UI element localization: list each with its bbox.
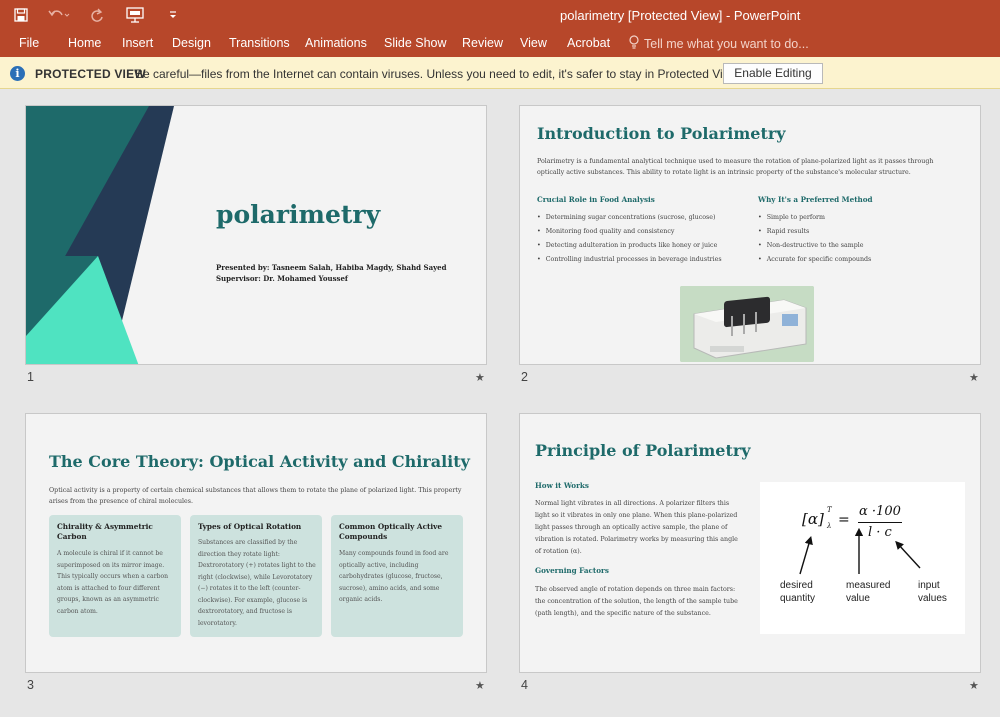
slide-thumbnail-1[interactable]: polarimetry Presented by: Tasneem Salah,…	[25, 105, 487, 365]
protected-view-message: Be careful—files from the Internet can c…	[135, 67, 741, 81]
supervisor: Supervisor: Dr. Mohamed Youssef	[216, 274, 348, 283]
list-item: Monitoring food quality and consistency	[537, 228, 722, 242]
slide-2-left-heading: Crucial Role in Food Analysis	[537, 195, 655, 204]
slide-1-credits: Presented by: Tasneem Salah, Habiba Magd…	[216, 262, 447, 284]
slide-thumbnail-3[interactable]: The Core Theory: Optical Activity and Ch…	[25, 413, 487, 673]
tab-insert[interactable]: Insert	[122, 36, 153, 50]
concept-card-1: Chirality & Asymmetric Carbon A molecule…	[49, 515, 181, 637]
lightbulb-icon	[628, 35, 640, 52]
label-desired-quantity: desired quantity	[780, 580, 816, 604]
slide-2-right-heading: Why It's a Preferred Method	[758, 195, 873, 204]
tab-home[interactable]: Home	[68, 36, 101, 50]
list-item: Detecting adulteration in products like …	[537, 242, 722, 256]
slide-2-right-list: Simple to perform Rapid results Non-dest…	[758, 214, 872, 270]
ribbon-tabs: File Home Insert Design Transitions Anim…	[0, 30, 1000, 57]
slide-thumbnail-2[interactable]: Introduction to Polarimetry Polarimetry …	[519, 105, 981, 365]
star-icon: ★	[475, 372, 485, 384]
card-body: A molecule is chiral if it cannot be sup…	[57, 550, 169, 615]
slide-4-factors-body: The observed angle of rotation depends o…	[535, 586, 738, 617]
protected-view-bar: i PROTECTED VIEW Be careful—files from t…	[0, 57, 1000, 89]
tab-design[interactable]: Design	[172, 36, 211, 50]
tell-me-label: Tell me what you want to do...	[644, 36, 809, 51]
undo-icon[interactable]	[48, 4, 70, 26]
tab-slide-show[interactable]: Slide Show	[384, 36, 447, 50]
slide-1-title: polarimetry	[216, 200, 381, 229]
tab-transitions[interactable]: Transitions	[229, 36, 290, 50]
list-item: Determining sugar concentrations (sucros…	[537, 214, 722, 228]
list-item: Rapid results	[758, 228, 871, 242]
card-body: Many compounds found in food are optical…	[339, 550, 449, 603]
star-icon: ★	[475, 680, 485, 692]
slide-1-decoration	[26, 106, 174, 364]
slide-4-title: Principle of Polarimetry	[535, 441, 751, 460]
tab-review[interactable]: Review	[462, 36, 503, 50]
concept-card-2: Types of Optical Rotation Substances are…	[190, 515, 322, 637]
card-title: Chirality & Asymmetric Carbon	[57, 522, 153, 541]
slide-number-3: 3	[27, 678, 34, 692]
tab-animations[interactable]: Animations	[305, 36, 367, 50]
presented-by: Presented by: Tasneem Salah, Habiba Magd…	[216, 263, 447, 272]
tab-view[interactable]: View	[520, 36, 547, 50]
redo-icon[interactable]	[86, 4, 108, 26]
save-icon[interactable]	[10, 4, 32, 26]
slide-thumbnail-4[interactable]: Principle of Polarimetry How it Works No…	[519, 413, 981, 673]
slide-3-intro: Optical activity is a property of certai…	[49, 487, 462, 505]
slide-2-intro: Polarimetry is a fundamental analytical …	[537, 158, 934, 176]
slide-3-title: The Core Theory: Optical Activity and Ch…	[49, 452, 470, 471]
tab-file[interactable]: File	[19, 36, 39, 50]
star-icon: ★	[969, 372, 979, 384]
tab-acrobat[interactable]: Acrobat	[567, 36, 610, 50]
label-measured-value: measured value	[846, 580, 891, 604]
card-title: Types of Optical Rotation	[198, 522, 302, 531]
tell-me-box[interactable]: Tell me what you want to do...	[628, 35, 809, 52]
present-from-start-icon[interactable]	[124, 4, 146, 26]
title-bar: polarimetry [Protected View] - PowerPoin…	[0, 0, 1000, 30]
card-body: Substances are classified by the directi…	[198, 539, 316, 627]
slide-sorter: polarimetry Presented by: Tasneem Salah,…	[0, 89, 1000, 717]
list-item: Accurate for specific compounds	[758, 256, 872, 270]
slide-2-title: Introduction to Polarimetry	[537, 124, 786, 143]
enable-editing-button[interactable]: Enable Editing	[723, 63, 823, 84]
slide-number-2: 2	[521, 370, 528, 384]
slide-4-how-body: Normal light vibrates in all directions.…	[535, 500, 738, 555]
protected-view-title: PROTECTED VIEW	[35, 67, 146, 81]
slide-number-1: 1	[27, 370, 34, 384]
list-item: Simple to perform	[758, 214, 871, 228]
concept-card-3: Common Optically Active Compounds Many c…	[331, 515, 463, 637]
formula-arrows	[799, 527, 921, 575]
slide-4-how-heading: How it Works	[535, 481, 589, 490]
label-input-values: input values	[918, 580, 947, 604]
info-icon: i	[10, 66, 25, 81]
polarimeter-image	[680, 286, 814, 362]
slide-4-factors-heading: Governing Factors	[535, 566, 609, 575]
list-item: Controlling industrial processes in beve…	[537, 256, 722, 270]
quick-access-toolbar	[10, 4, 184, 26]
customize-toolbar-icon[interactable]	[162, 4, 184, 26]
slide-number-4: 4	[521, 678, 528, 692]
specific-rotation-formula: [α] T λ = α ·100 l · c desired quantity …	[760, 482, 965, 634]
star-icon: ★	[969, 680, 979, 692]
card-title: Common Optically Active Compounds	[339, 522, 443, 541]
slide-2-left-list: Determining sugar concentrations (sucros…	[537, 214, 722, 270]
window-title: polarimetry [Protected View] - PowerPoin…	[560, 8, 801, 23]
list-item: Non-destructive to the sample	[758, 242, 871, 256]
